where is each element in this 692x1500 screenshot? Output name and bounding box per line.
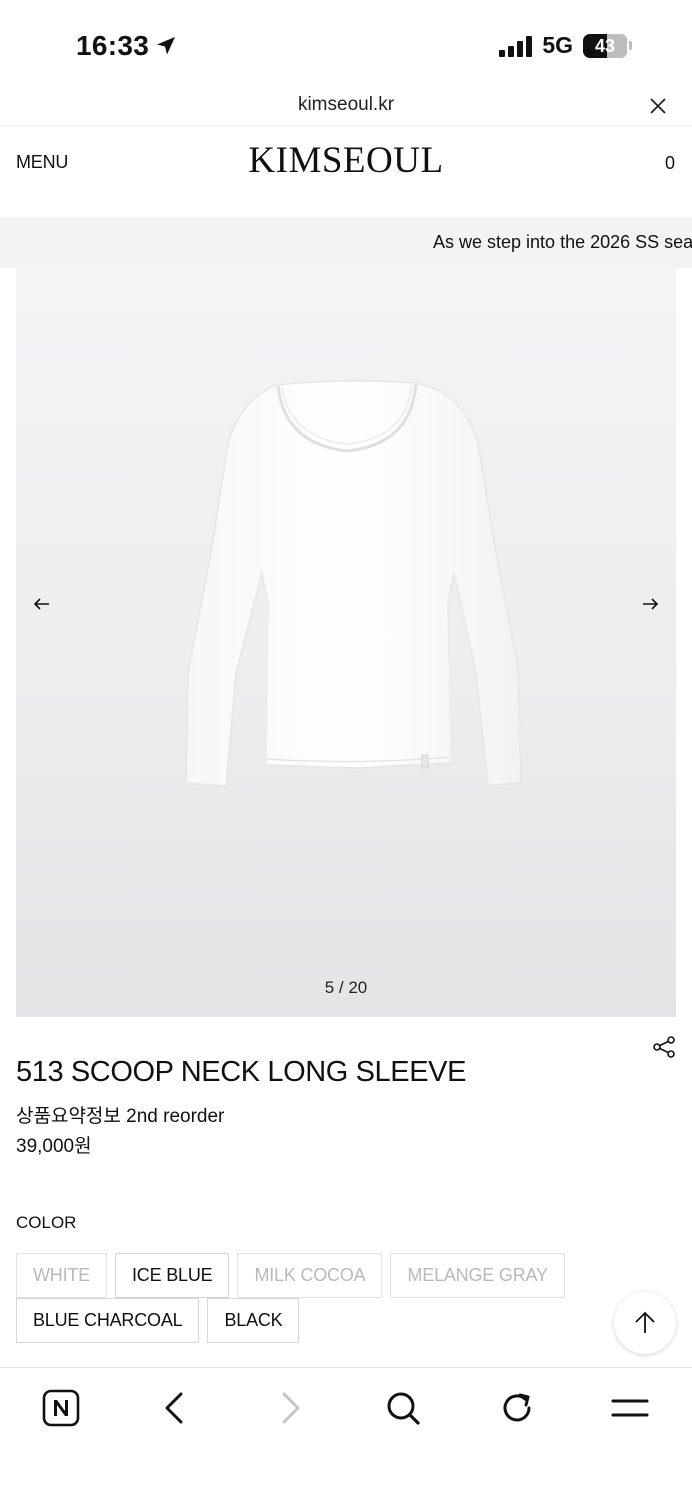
color-option-blue-charcoal[interactable]: BLUE CHARCOAL: [16, 1298, 200, 1343]
status-bar: 16:33 5G 43: [0, 0, 692, 90]
naver-home-button[interactable]: [41, 1388, 81, 1428]
back-button[interactable]: [155, 1388, 195, 1428]
url-text[interactable]: kimseoul.kr: [0, 94, 692, 116]
color-options-row: BLUE CHARCOAL BLACK: [16, 1298, 576, 1343]
color-option-ice-blue[interactable]: ICE BLUE: [115, 1253, 230, 1298]
search-icon: [387, 1392, 420, 1425]
arrow-up-icon: [635, 1311, 655, 1333]
scroll-to-top-button[interactable]: [614, 1292, 676, 1354]
menu-icon: [611, 1399, 649, 1417]
share-icon[interactable]: [652, 1035, 676, 1059]
browser-url-bar: kimseoul.kr: [0, 90, 692, 126]
site-logo[interactable]: KIMSEOUL: [0, 139, 692, 182]
signal-icon: [499, 35, 533, 57]
marquee-text: As we step into the 2026 SS sea: [433, 232, 692, 252]
forward-button[interactable]: [270, 1388, 310, 1428]
product-subtitle: 상품요약정보 2nd reorder: [16, 1106, 225, 1127]
announcement-marquee: As we step into the 2026 SS sea: [0, 217, 692, 268]
location-arrow-icon: [157, 37, 176, 55]
product-gallery[interactable]: 5 / 20: [16, 268, 676, 1017]
status-time: 16:33: [76, 30, 177, 62]
color-option-black[interactable]: BLACK: [207, 1298, 300, 1343]
arrow-left-icon[interactable]: [32, 594, 52, 614]
arrow-right-icon[interactable]: [640, 594, 660, 614]
search-button[interactable]: [383, 1388, 423, 1428]
menu-toolbar-button[interactable]: [610, 1388, 650, 1428]
color-options: WHITE ICE BLUE MILK COCOA MELANGE GRAY B…: [16, 1253, 576, 1343]
color-options-row: WHITE ICE BLUE MILK COCOA MELANGE GRAY: [16, 1253, 576, 1298]
network-type: 5G: [542, 32, 573, 58]
product-title: 513 SCOOP NECK LONG SLEEVE: [16, 1056, 467, 1088]
battery-level: 43: [594, 35, 616, 56]
gallery-pager: 5 / 20: [324, 978, 368, 997]
time-text: 16:33: [76, 30, 150, 61]
color-label: COLOR: [16, 1213, 77, 1232]
browser-toolbar: [0, 1367, 692, 1500]
forward-icon: [282, 1392, 300, 1424]
reload-button[interactable]: [497, 1388, 537, 1428]
product-price: 39,000원: [16, 1136, 92, 1157]
status-indicators: 5G 43: [499, 32, 632, 59]
reload-icon: [503, 1393, 531, 1422]
product-image: [185, 380, 522, 787]
site-header: MENU KIMSEOUL 0: [0, 127, 692, 217]
back-icon: [165, 1392, 183, 1424]
cart-count[interactable]: 0: [665, 153, 675, 174]
close-icon[interactable]: [648, 96, 668, 116]
naver-home-icon: [42, 1389, 80, 1427]
color-option-melange-gray[interactable]: MELANGE GRAY: [390, 1253, 565, 1298]
color-option-white[interactable]: WHITE: [16, 1253, 107, 1298]
color-option-milk-cocoa[interactable]: MILK COCOA: [237, 1253, 383, 1298]
battery-icon: 43: [583, 33, 632, 58]
